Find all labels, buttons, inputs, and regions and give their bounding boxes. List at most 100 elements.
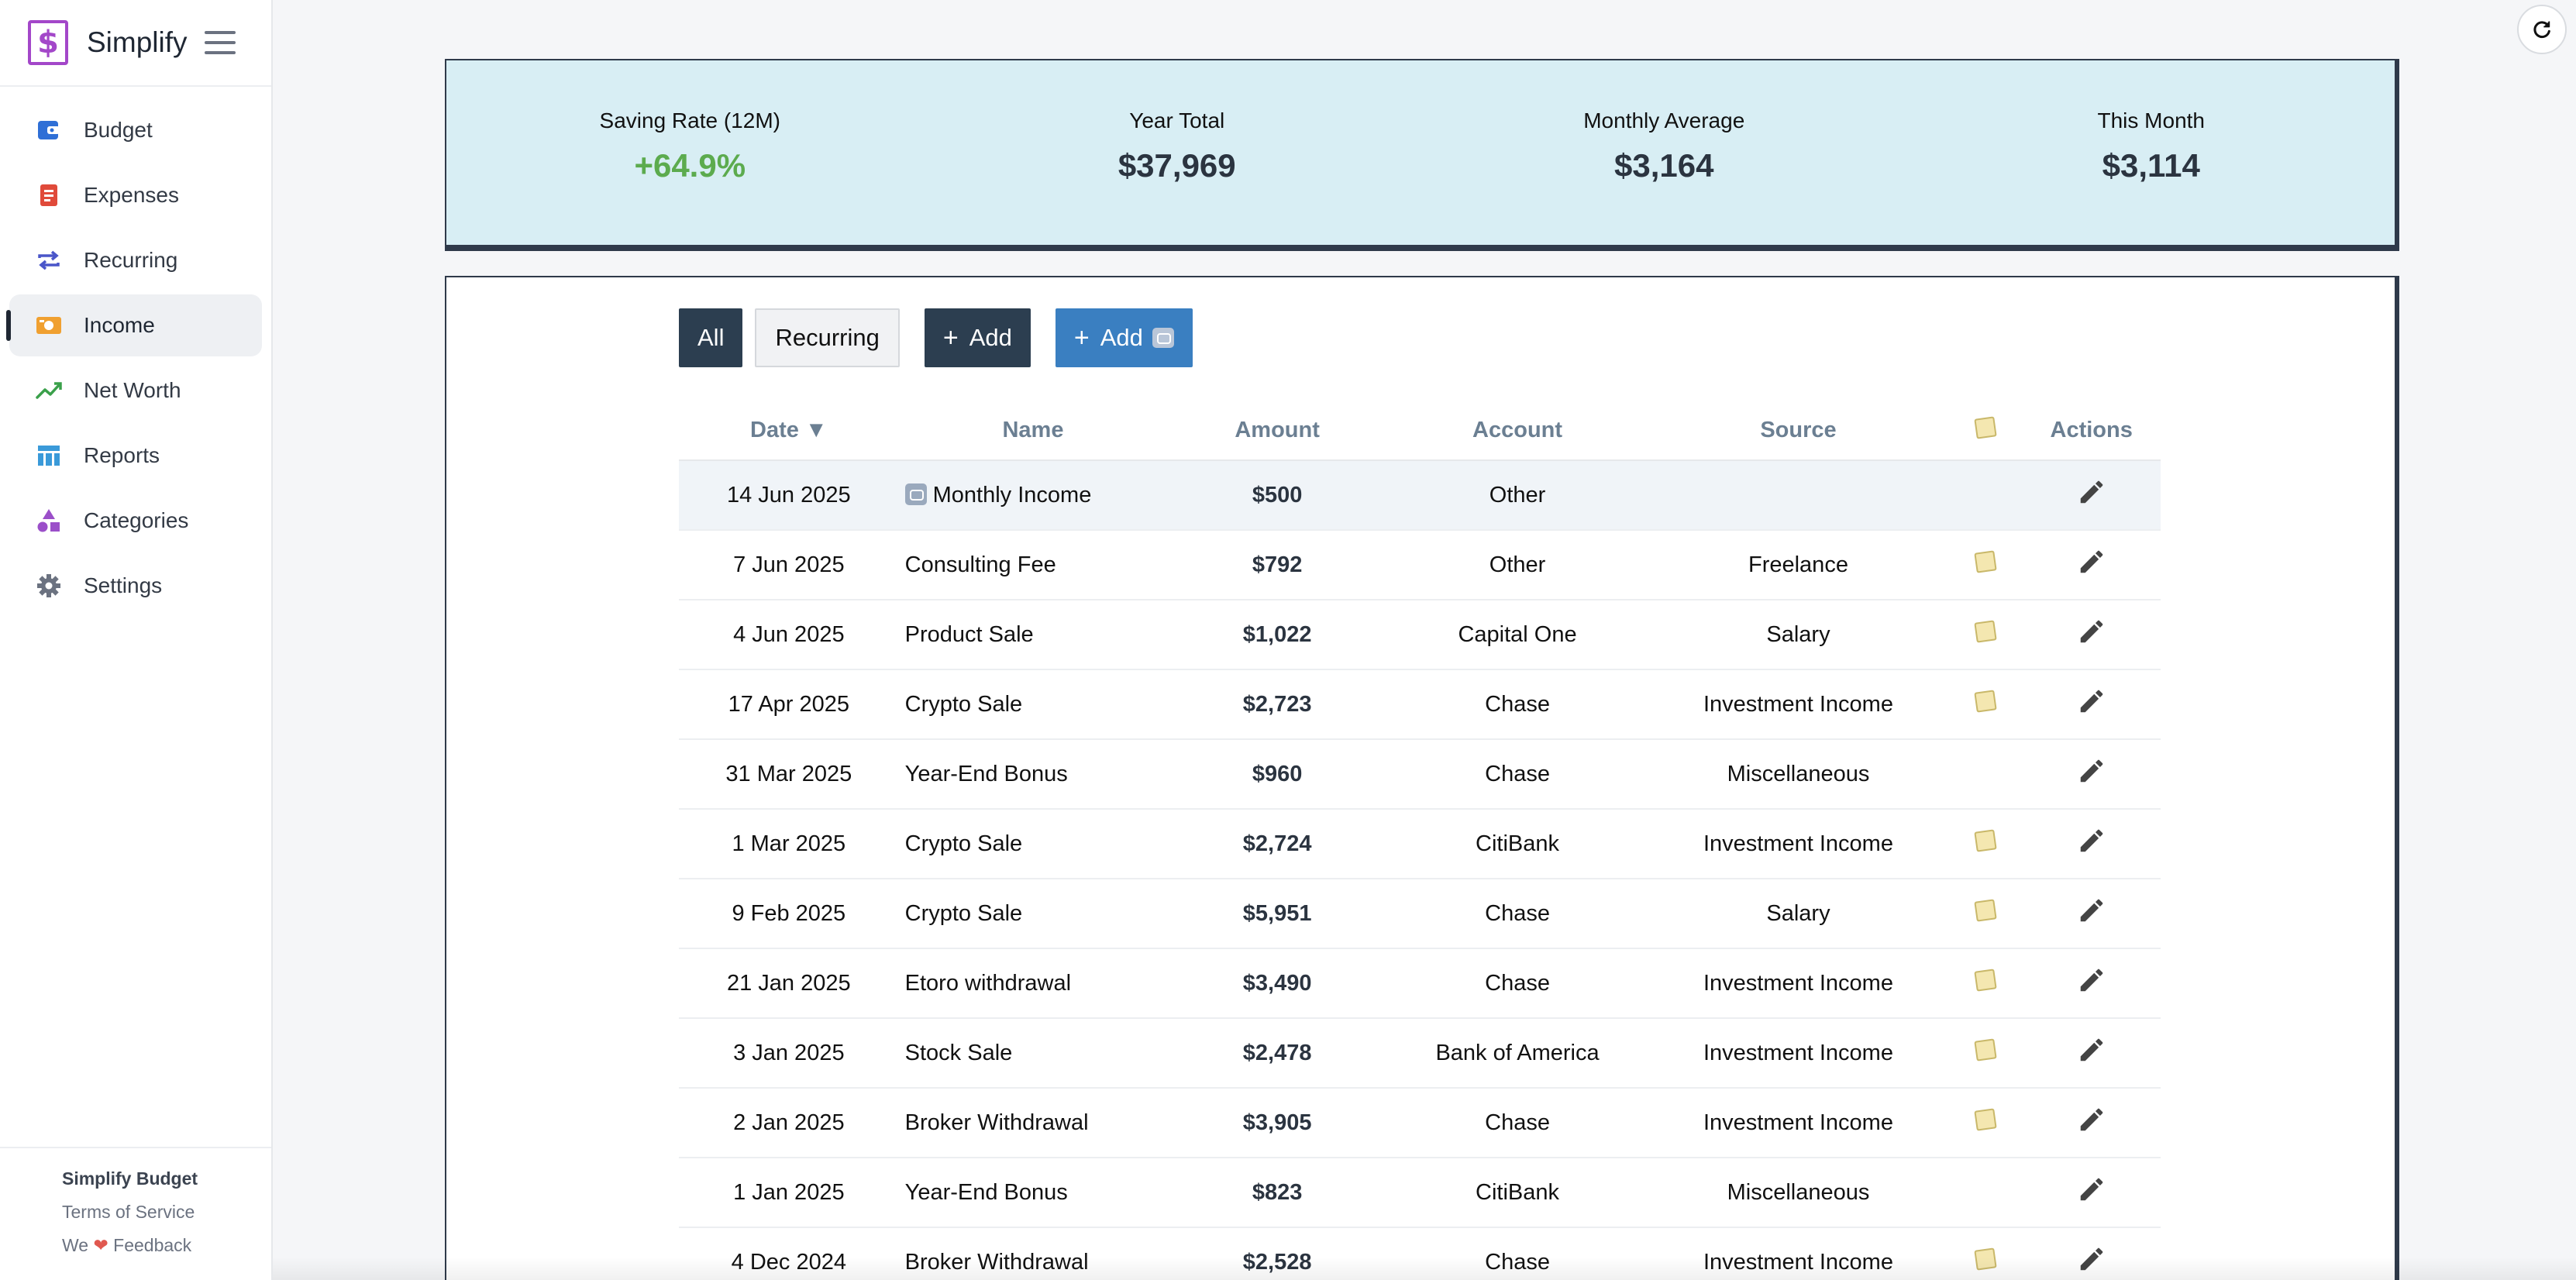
sidebar-nav: Budget Expenses Recurring Income Net Worth Re… bbox=[0, 99, 271, 617]
note-cell bbox=[1948, 948, 2023, 1019]
table-row[interactable]: 2 Jan 2025 Broker Withdrawal $3,905 Chase In… bbox=[679, 1088, 2161, 1158]
date-cell: 1 Mar 2025 bbox=[679, 809, 899, 879]
sidebar-item-budget[interactable]: Budget bbox=[9, 99, 262, 161]
account-cell: Other bbox=[1386, 530, 1648, 600]
refresh-button[interactable] bbox=[2517, 5, 2567, 54]
hamburger-menu-icon[interactable] bbox=[204, 31, 236, 54]
table-row[interactable]: 1 Mar 2025 Crypto Sale $2,724 CitiBank Inves… bbox=[679, 809, 2161, 879]
note-icon[interactable] bbox=[1974, 969, 1997, 992]
sidebar-item-expenses[interactable]: Expenses bbox=[9, 164, 262, 226]
edit-pencil-icon[interactable] bbox=[2077, 1175, 2106, 1210]
name-text: Stock Sale bbox=[904, 1040, 1013, 1065]
note-icon[interactable] bbox=[1974, 899, 1997, 922]
table-row[interactable]: 9 Feb 2025 Crypto Sale $5,951 Chase Salary bbox=[679, 879, 2161, 949]
note-icon[interactable] bbox=[1974, 829, 1997, 852]
date-cell: 31 Mar 2025 bbox=[679, 739, 899, 810]
sidebar: $ Simplify Budget Expenses Recurring Income… bbox=[0, 0, 273, 1280]
table-row[interactable]: 17 Apr 2025 Crypto Sale $2,723 Chase Investm… bbox=[679, 669, 2161, 740]
date-cell: 14 Jun 2025 bbox=[679, 460, 899, 531]
name-column-header[interactable]: Name bbox=[898, 401, 1168, 461]
stat-value: $37,969 bbox=[1118, 147, 1236, 184]
edit-pencil-icon[interactable] bbox=[2077, 1244, 2106, 1280]
logo-icon[interactable]: $ bbox=[28, 20, 68, 65]
filter-all-button[interactable]: All bbox=[679, 308, 743, 367]
edit-pencil-icon[interactable] bbox=[2077, 896, 2106, 931]
edit-pencil-icon[interactable] bbox=[2077, 826, 2106, 862]
source-cell: Miscellaneous bbox=[1648, 1158, 1949, 1228]
note-cell bbox=[1948, 1088, 2023, 1158]
source-cell: Salary bbox=[1648, 879, 1949, 949]
table-row[interactable]: 14 Jun 2025 Monthly Income $500 Other bbox=[679, 460, 2161, 531]
account-cell: Chase bbox=[1386, 1227, 1648, 1280]
note-icon[interactable] bbox=[1974, 1108, 1997, 1131]
add-recurring-income-button[interactable]: + Add bbox=[1055, 308, 1193, 367]
add-income-button[interactable]: + Add bbox=[924, 308, 1031, 367]
account-column-header[interactable]: Account bbox=[1386, 401, 1648, 461]
actions-cell bbox=[2022, 1158, 2161, 1228]
wallet-icon bbox=[36, 117, 62, 143]
sidebar-item-recurring[interactable]: Recurring bbox=[9, 229, 262, 291]
edit-pencil-icon[interactable] bbox=[2077, 477, 2106, 513]
table-row[interactable]: 1 Jan 2025 Year-End Bonus $823 CitiBank Misc… bbox=[679, 1158, 2161, 1228]
sidebar-item-label: Recurring bbox=[84, 248, 178, 272]
edit-pencil-icon[interactable] bbox=[2077, 756, 2106, 792]
amount-cell: $5,951 bbox=[1167, 879, 1387, 949]
refresh-icon bbox=[2533, 21, 2550, 39]
table-row[interactable]: 31 Mar 2025 Year-End Bonus $960 Chase Miscel… bbox=[679, 739, 2161, 810]
note-icon[interactable] bbox=[1974, 1038, 1997, 1062]
note-column-header bbox=[1948, 401, 2023, 461]
actions-cell bbox=[2022, 879, 2161, 949]
brand-header: $ Simplify bbox=[0, 0, 271, 87]
edit-pencil-icon[interactable] bbox=[2077, 1035, 2106, 1071]
name-cell: Etoro withdrawal bbox=[898, 948, 1168, 1019]
note-cell bbox=[1948, 600, 2023, 670]
note-icon[interactable] bbox=[1974, 690, 1997, 713]
date-column-header[interactable]: Date ▼ bbox=[679, 401, 899, 461]
recurring-icon bbox=[1152, 328, 1174, 348]
amount-cell: $792 bbox=[1167, 530, 1387, 600]
date-cell: 7 Jun 2025 bbox=[679, 530, 899, 600]
table-row[interactable]: 21 Jan 2025 Etoro withdrawal $3,490 Chase In… bbox=[679, 948, 2161, 1019]
sidebar-item-categories[interactable]: Categories bbox=[9, 490, 262, 552]
source-cell: Investment Income bbox=[1648, 669, 1949, 740]
source-cell: Freelance bbox=[1648, 530, 1949, 600]
table-row[interactable]: 4 Dec 2024 Broker Withdrawal $2,528 Chase In… bbox=[679, 1227, 2161, 1280]
actions-column-header: Actions bbox=[2022, 401, 2161, 461]
stat-value: $3,114 bbox=[2102, 147, 2200, 184]
filter-recurring-button[interactable]: Recurring bbox=[755, 308, 900, 367]
edit-pencil-icon[interactable] bbox=[2077, 617, 2106, 652]
table-row[interactable]: 4 Jun 2025 Product Sale $1,022 Capital One S… bbox=[679, 600, 2161, 670]
table-row[interactable]: 7 Jun 2025 Consulting Fee $792 Other Freelan… bbox=[679, 530, 2161, 600]
amount-cell: $3,905 bbox=[1167, 1088, 1387, 1158]
feedback-link[interactable]: We ❤ Feedback bbox=[62, 1235, 271, 1256]
sidebar-item-reports[interactable]: Reports bbox=[9, 425, 262, 487]
note-icon[interactable] bbox=[1974, 550, 1997, 573]
cash-icon bbox=[36, 312, 62, 339]
name-cell: Crypto Sale bbox=[898, 879, 1168, 949]
name-cell: Crypto Sale bbox=[898, 669, 1168, 740]
source-column-header[interactable]: Source bbox=[1648, 401, 1949, 461]
add-recurring-label: Add bbox=[1100, 324, 1143, 351]
stat-label: Monthly Average bbox=[1583, 108, 1745, 132]
amount-column-header[interactable]: Amount bbox=[1167, 401, 1387, 461]
sidebar-item-label: Categories bbox=[84, 508, 189, 532]
edit-pencil-icon[interactable] bbox=[2077, 965, 2106, 1001]
table-row[interactable]: 3 Jan 2025 Stock Sale $2,478 Bank of Americ… bbox=[679, 1018, 2161, 1089]
table-icon bbox=[36, 442, 62, 469]
edit-pencil-icon[interactable] bbox=[2077, 686, 2106, 722]
amount-cell: $3,490 bbox=[1167, 948, 1387, 1019]
sidebar-item-net-worth[interactable]: Net Worth bbox=[9, 360, 262, 422]
sidebar-item-settings[interactable]: Settings bbox=[9, 555, 262, 617]
name-cell: Crypto Sale bbox=[898, 809, 1168, 879]
sidebar-item-label: Expenses bbox=[84, 183, 179, 207]
note-icon[interactable] bbox=[1974, 620, 1997, 643]
this-month-stat: This Month $3,114 bbox=[1908, 60, 2395, 245]
saving-rate-stat: Saving Rate (12M) +64.9% bbox=[446, 60, 934, 245]
edit-pencil-icon[interactable] bbox=[2077, 547, 2106, 583]
sidebar-item-income[interactable]: Income bbox=[6, 294, 262, 356]
actions-cell bbox=[2022, 1227, 2161, 1280]
name-cell: Product Sale bbox=[898, 600, 1168, 670]
terms-link[interactable]: Terms of Service bbox=[62, 1202, 271, 1223]
note-icon[interactable] bbox=[1974, 1247, 1997, 1271]
edit-pencil-icon[interactable] bbox=[2077, 1105, 2106, 1141]
